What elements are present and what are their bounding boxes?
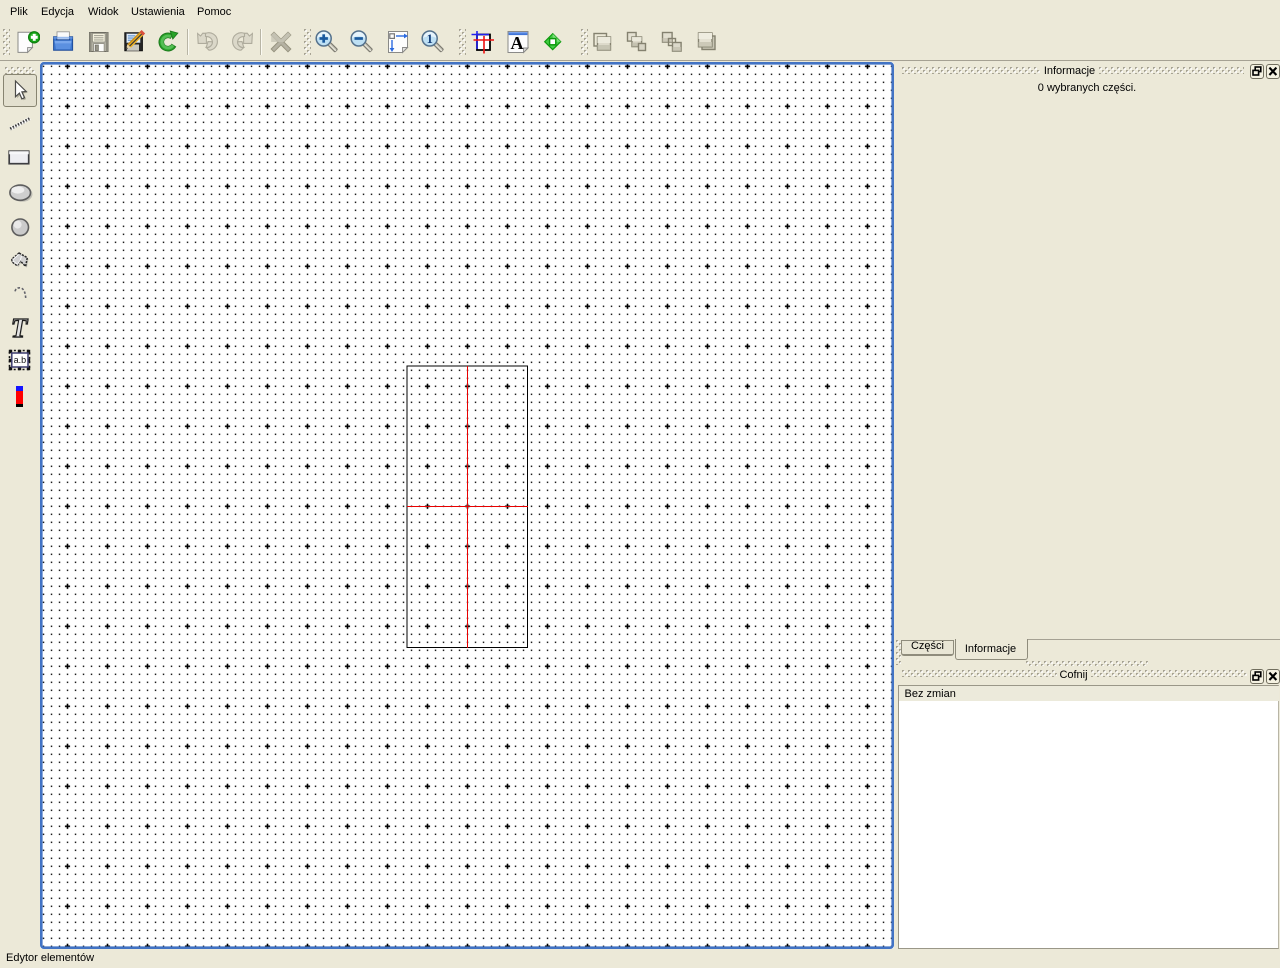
svg-text:a.b: a.b xyxy=(14,355,27,365)
svg-text:1: 1 xyxy=(427,32,433,46)
svg-text:T: T xyxy=(11,315,29,343)
svg-text:A: A xyxy=(511,33,524,53)
